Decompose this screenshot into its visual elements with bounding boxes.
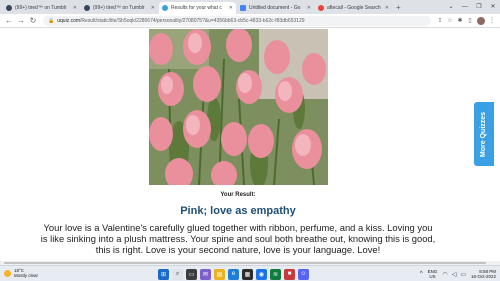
chrome-icon[interactable]: ◉ (256, 268, 267, 280)
forward-icon[interactable]: → (15, 15, 27, 27)
maximize-icon[interactable]: ❐ (472, 0, 486, 14)
more-quizzes-label: More Quizzes (480, 111, 488, 157)
system-tray: ^ ENG US ◠ ◁ ▭ 8:58 PM 16-Oct-2022 (418, 268, 496, 280)
start-icon[interactable]: ⊞ (158, 268, 169, 280)
tab-google-search[interactable]: aftecall - Google Search ✕ (315, 2, 392, 14)
window-controls: ⌄ — ❐ ✕ (444, 0, 500, 14)
clock-date: 16-Oct-2022 (470, 274, 496, 279)
tab-title: aftecall - Google Search (327, 5, 381, 11)
tab-title: (99+) tired™ on Tumblr (15, 5, 67, 11)
volume-icon[interactable]: ◁ (452, 271, 457, 278)
windows-taskbar: 18°C Mostly clear ⊞ ⌕ ▭ ✉ ▤ e ▦ ◉ ≋ ■ ☺ … (0, 265, 500, 281)
tab-tumblr-2[interactable]: (99+) tired™ on Tumblr ✕ (81, 2, 158, 14)
browser-toolbar: ← → ↻ 🔒 uquiz.com /Result/static/lite/Sh… (0, 14, 500, 28)
spotify-icon[interactable]: ≋ (270, 268, 281, 280)
google-favicon-icon (318, 5, 324, 11)
result-description: Your love is a Valentine's carefully glu… (40, 222, 436, 255)
result-title: Pink; love as empathy (180, 205, 296, 217)
url-host: uquiz.com (57, 17, 81, 24)
store-icon[interactable]: ▦ (242, 268, 253, 280)
close-icon[interactable]: ✕ (151, 5, 155, 11)
lock-icon: 🔒 (48, 17, 55, 24)
tab-tumblr-1[interactable]: (99+) tired™ on Tumblr ✕ (3, 2, 80, 14)
battery-icon[interactable]: ▭ (460, 271, 466, 278)
wifi-icon[interactable]: ◠ (442, 271, 447, 278)
bookmark-star-icon[interactable]: ☆ (445, 17, 455, 24)
file-explorer-icon[interactable]: ▤ (214, 268, 225, 280)
new-tab-icon[interactable]: + (396, 2, 401, 14)
close-icon[interactable]: ✕ (385, 5, 389, 11)
lang-line2: US (429, 274, 436, 279)
app-icon[interactable]: ■ (284, 268, 295, 280)
result-tulips-image (149, 29, 328, 185)
more-quizzes-button[interactable]: More Quizzes (474, 102, 494, 166)
search-icon[interactable]: ⌕ (172, 268, 183, 280)
profile-avatar[interactable] (477, 16, 485, 25)
address-bar[interactable]: 🔒 uquiz.com /Result/static/lite/Sh5oqk/2… (43, 15, 431, 26)
menu-dots-icon[interactable]: ⋮ (487, 17, 497, 24)
tumblr-favicon-icon (6, 5, 12, 11)
extensions-icon[interactable]: ✱ (455, 17, 465, 24)
scrollbar-thumb[interactable] (4, 262, 486, 264)
language-indicator[interactable]: ENG US (428, 269, 438, 279)
tab-title: Untitled document - Go (249, 5, 301, 11)
chevron-up-icon[interactable]: ^ (420, 271, 423, 277)
taskbar-apps: ⊞ ⌕ ▭ ✉ ▤ e ▦ ◉ ≋ ■ ☺ (158, 268, 312, 280)
page-content: Your Result: Pink; love as empathy Your … (0, 29, 500, 261)
edge-icon[interactable]: e (228, 268, 239, 280)
task-view-icon[interactable]: ▭ (186, 268, 197, 280)
screen: (99+) tired™ on Tumblr ✕ (99+) tired™ on… (0, 0, 500, 281)
back-icon[interactable]: ← (3, 15, 15, 27)
docs-favicon-icon (240, 5, 246, 11)
tab-search-icon[interactable]: ⌄ (444, 0, 458, 14)
close-icon[interactable]: ✕ (73, 5, 77, 11)
result-label: Your Result: (220, 192, 256, 198)
discord-icon[interactable]: ☺ (298, 268, 309, 280)
tab-strip: (99+) tired™ on Tumblr ✕ (99+) tired™ on… (0, 0, 500, 14)
weather-widget[interactable]: 18°C Mostly clear (4, 268, 38, 278)
tumblr-favicon-icon (84, 5, 90, 11)
uquiz-favicon-icon (162, 5, 168, 11)
window-close-icon[interactable]: ✕ (486, 0, 500, 14)
weather-desc: Mostly clear (14, 273, 39, 278)
tab-uquiz-results[interactable]: Results for your what c ✕ (159, 2, 236, 14)
minimize-icon[interactable]: — (458, 0, 472, 14)
chat-icon[interactable]: ✉ (200, 268, 211, 280)
tab-title: (99+) tired™ on Tumblr (93, 5, 145, 11)
close-icon[interactable]: ✕ (229, 5, 233, 11)
tab-title: Results for your what c (171, 5, 222, 11)
close-icon[interactable]: ✕ (307, 5, 311, 11)
sidebar-icon[interactable]: ▯ (465, 17, 475, 24)
reload-icon[interactable]: ↻ (27, 15, 39, 27)
share-icon[interactable]: ⇪ (435, 17, 445, 24)
weather-icon (4, 269, 11, 277)
url-path: /Result/static/lite/Sh5oqk/2280674/perso… (80, 17, 305, 24)
clock[interactable]: 8:58 PM 16-Oct-2022 (471, 269, 496, 279)
tab-google-docs[interactable]: Untitled document - Go ✕ (237, 2, 314, 14)
